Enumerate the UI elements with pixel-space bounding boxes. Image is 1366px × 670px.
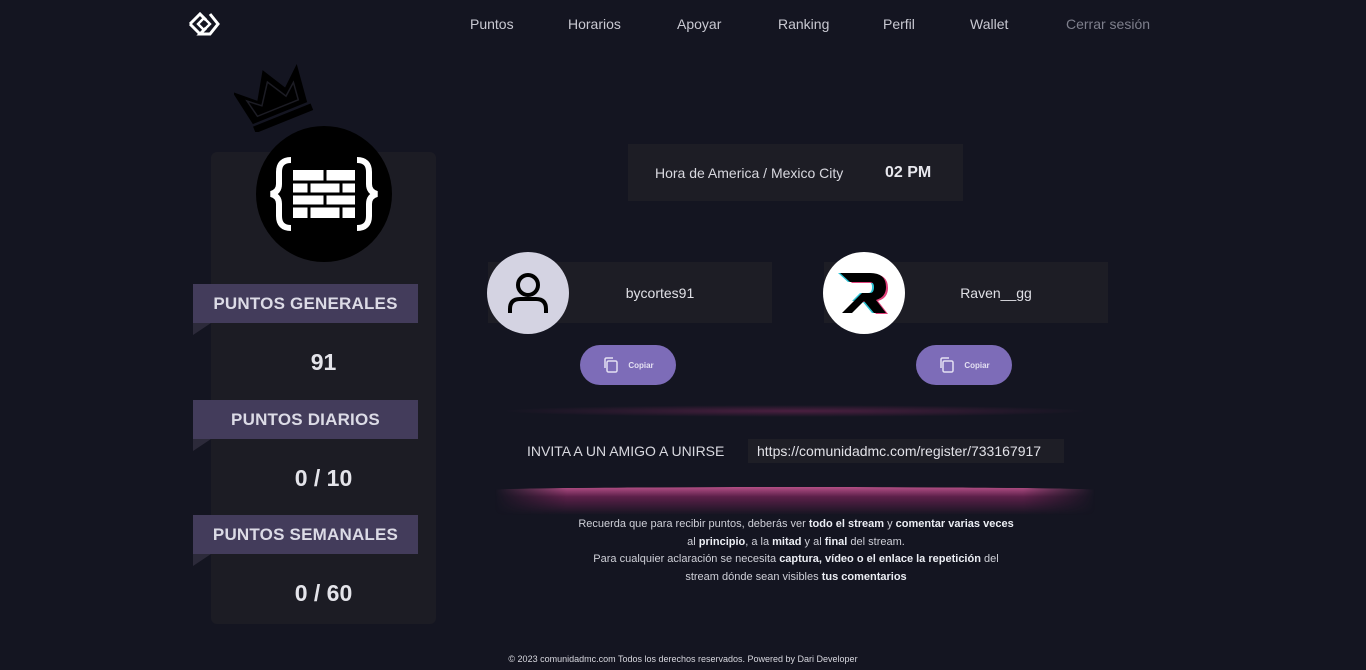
nav-wallet[interactable]: Wallet xyxy=(970,16,1008,32)
copy-button-label: Copiar xyxy=(628,360,654,370)
footer-copyright: © 2023 comunidadmc.com Todos los derecho… xyxy=(508,654,858,664)
puntos-diarios-value: 0 / 10 xyxy=(294,465,353,491)
crown-icon xyxy=(234,64,314,132)
nav-apoyar[interactable]: Apoyar xyxy=(677,16,721,32)
copy-button-label: Copiar xyxy=(964,360,990,370)
copy-icon xyxy=(604,357,619,373)
page: Puntos Horarios Apoyar Ranking Perfil Wa… xyxy=(0,0,1366,670)
puntos-semanales-label: PUNTOS SEMANALES xyxy=(193,515,418,566)
timezone-label: Hora de America / Mexico City xyxy=(655,164,844,181)
raven-r-logo-icon xyxy=(838,273,888,314)
nav-cerrar-sesion[interactable]: Cerrar sesión xyxy=(1066,16,1150,32)
profile-avatar xyxy=(256,126,392,262)
user-name-2: Raven__gg xyxy=(960,284,1032,301)
copy-button-2[interactable]: Copiar xyxy=(916,345,1012,385)
copy-icon xyxy=(940,357,955,373)
invite-label: INVITA A UN AMIGO A UNIRSE xyxy=(527,443,725,459)
puntos-generales-label: PUNTOS GENERALES xyxy=(193,284,418,335)
brick-braces-icon xyxy=(270,157,378,231)
invite-link-field[interactable]: https://comunidadmc.com/register/7331679… xyxy=(748,439,1064,463)
copy-button-1[interactable]: Copiar xyxy=(580,345,676,385)
current-hour: 02 PM xyxy=(885,163,932,181)
nav-puntos[interactable]: Puntos xyxy=(470,16,514,32)
puntos-diarios-label: PUNTOS DIARIOS xyxy=(193,400,418,451)
user-name-1: bycortes91 xyxy=(625,284,695,301)
nav-perfil[interactable]: Perfil xyxy=(883,16,915,32)
points-instructions: Recuerda que para recibir puntos, deberá… xyxy=(578,518,1014,583)
nav-ranking[interactable]: Ranking xyxy=(778,16,829,32)
site-logo-icon[interactable] xyxy=(186,10,222,38)
nav-horarios[interactable]: Horarios xyxy=(568,16,621,32)
user-outline-icon xyxy=(508,273,548,313)
timezone-box: Hora de America / Mexico City 02 PM xyxy=(628,144,963,201)
divider-glow-bottom xyxy=(495,487,1095,515)
user-avatar-1 xyxy=(487,252,569,334)
user-avatar-2 xyxy=(823,252,905,334)
puntos-generales-value: 91 xyxy=(310,349,337,375)
divider-glow xyxy=(500,405,1090,417)
puntos-semanales-value: 0 / 60 xyxy=(294,580,353,606)
